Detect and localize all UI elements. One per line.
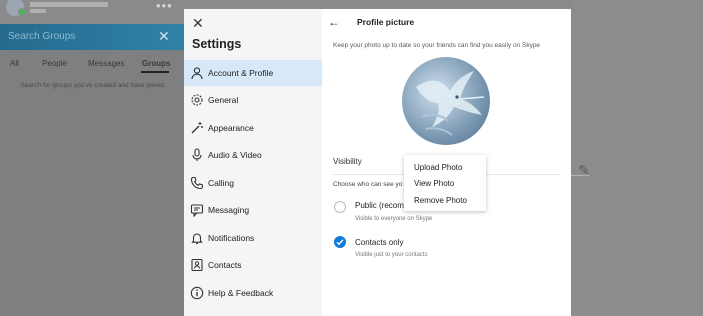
gear-icon: [190, 93, 204, 107]
hummingbird-image-icon: [416, 71, 485, 136]
user-icon: [190, 66, 204, 80]
option-public-title: Public (recom: [355, 201, 404, 210]
profile-picture[interactable]: [402, 57, 490, 145]
active-tab-indicator: [141, 71, 169, 73]
status-dot-icon: [18, 8, 26, 16]
search-bar[interactable]: Search Groups ✕: [0, 24, 184, 50]
divider: [571, 175, 589, 176]
filter-tab-groups[interactable]: Groups: [142, 59, 170, 68]
who-can-see-label: Choose who can see yo: [333, 181, 403, 188]
nav-label: Calling: [208, 178, 234, 188]
more-options-icon[interactable]: •••: [156, 0, 173, 13]
filter-tab-people[interactable]: People: [42, 59, 67, 68]
close-icon[interactable]: ✕: [192, 15, 204, 32]
radio-public[interactable]: [334, 201, 346, 213]
nav-label: Audio & Video: [208, 150, 262, 160]
pencil-icon[interactable]: ✎: [578, 162, 590, 179]
info-icon: [190, 286, 204, 300]
nav-label: General: [208, 95, 239, 105]
nav-label: Contacts: [208, 260, 242, 270]
search-filter-tabs: All People Messages Groups: [0, 56, 184, 73]
clear-search-icon[interactable]: ✕: [158, 28, 170, 45]
nav-label: Appearance: [208, 123, 254, 133]
contacts-icon: [190, 258, 204, 272]
bell-icon: [190, 231, 204, 245]
nav-label: Messaging: [208, 205, 250, 215]
microphone-icon: [190, 148, 204, 162]
settings-nav: ✕ Settings Account & Profile General App…: [184, 9, 322, 316]
option-public-subtitle: Visible to everyone on Skype: [355, 216, 433, 222]
radio-contacts-only[interactable]: [334, 236, 346, 248]
wand-icon: [190, 121, 204, 135]
nav-item-general[interactable]: General: [184, 87, 322, 113]
nav-item-calling[interactable]: Calling: [184, 170, 322, 196]
panel-title: Profile picture: [357, 17, 415, 27]
nav-item-audio-video[interactable]: Audio & Video: [184, 142, 322, 168]
nav-item-messaging[interactable]: Messaging: [184, 197, 322, 223]
phone-icon: [190, 176, 204, 190]
profile-name-placeholder: [30, 2, 108, 7]
menu-item-remove-photo[interactable]: Remove Photo: [414, 196, 467, 205]
visibility-label: Visibility: [333, 157, 362, 166]
chat-icon: [190, 203, 204, 218]
option-contacts-title: Contacts only: [355, 238, 404, 247]
nav-label: Account & Profile: [208, 68, 274, 78]
menu-item-upload-photo[interactable]: Upload Photo: [414, 163, 462, 172]
nav-item-account-profile[interactable]: Account & Profile: [184, 60, 322, 86]
back-arrow-icon[interactable]: ←: [328, 15, 340, 29]
nav-item-contacts[interactable]: Contacts: [184, 252, 322, 278]
nav-item-appearance[interactable]: Appearance: [184, 115, 322, 141]
panel-subtitle: Keep your photo up to date so your frien…: [333, 42, 541, 49]
background-right-pane: [571, 0, 703, 316]
menu-item-view-photo[interactable]: View Photo: [414, 179, 454, 188]
settings-title: Settings: [192, 37, 242, 51]
nav-item-help-feedback[interactable]: Help & Feedback: [184, 280, 322, 306]
option-contacts-subtitle: Visible just to your contacts: [355, 252, 428, 258]
nav-item-notifications[interactable]: Notifications: [184, 225, 322, 251]
filter-tab-messages[interactable]: Messages: [88, 59, 124, 68]
photo-context-menu: Upload Photo View Photo Remove Photo: [404, 155, 486, 211]
nav-label: Notifications: [208, 233, 255, 243]
nav-label: Help & Feedback: [208, 288, 274, 298]
checkmark-icon: [336, 239, 344, 246]
filter-tab-all[interactable]: All: [10, 59, 19, 68]
mood-placeholder: [30, 9, 46, 13]
settings-dialog: ✕ Settings Account & Profile General App…: [184, 9, 571, 316]
search-input[interactable]: Search Groups: [8, 31, 75, 42]
groups-hint-text: Search for groups you've created and hav…: [20, 82, 166, 89]
